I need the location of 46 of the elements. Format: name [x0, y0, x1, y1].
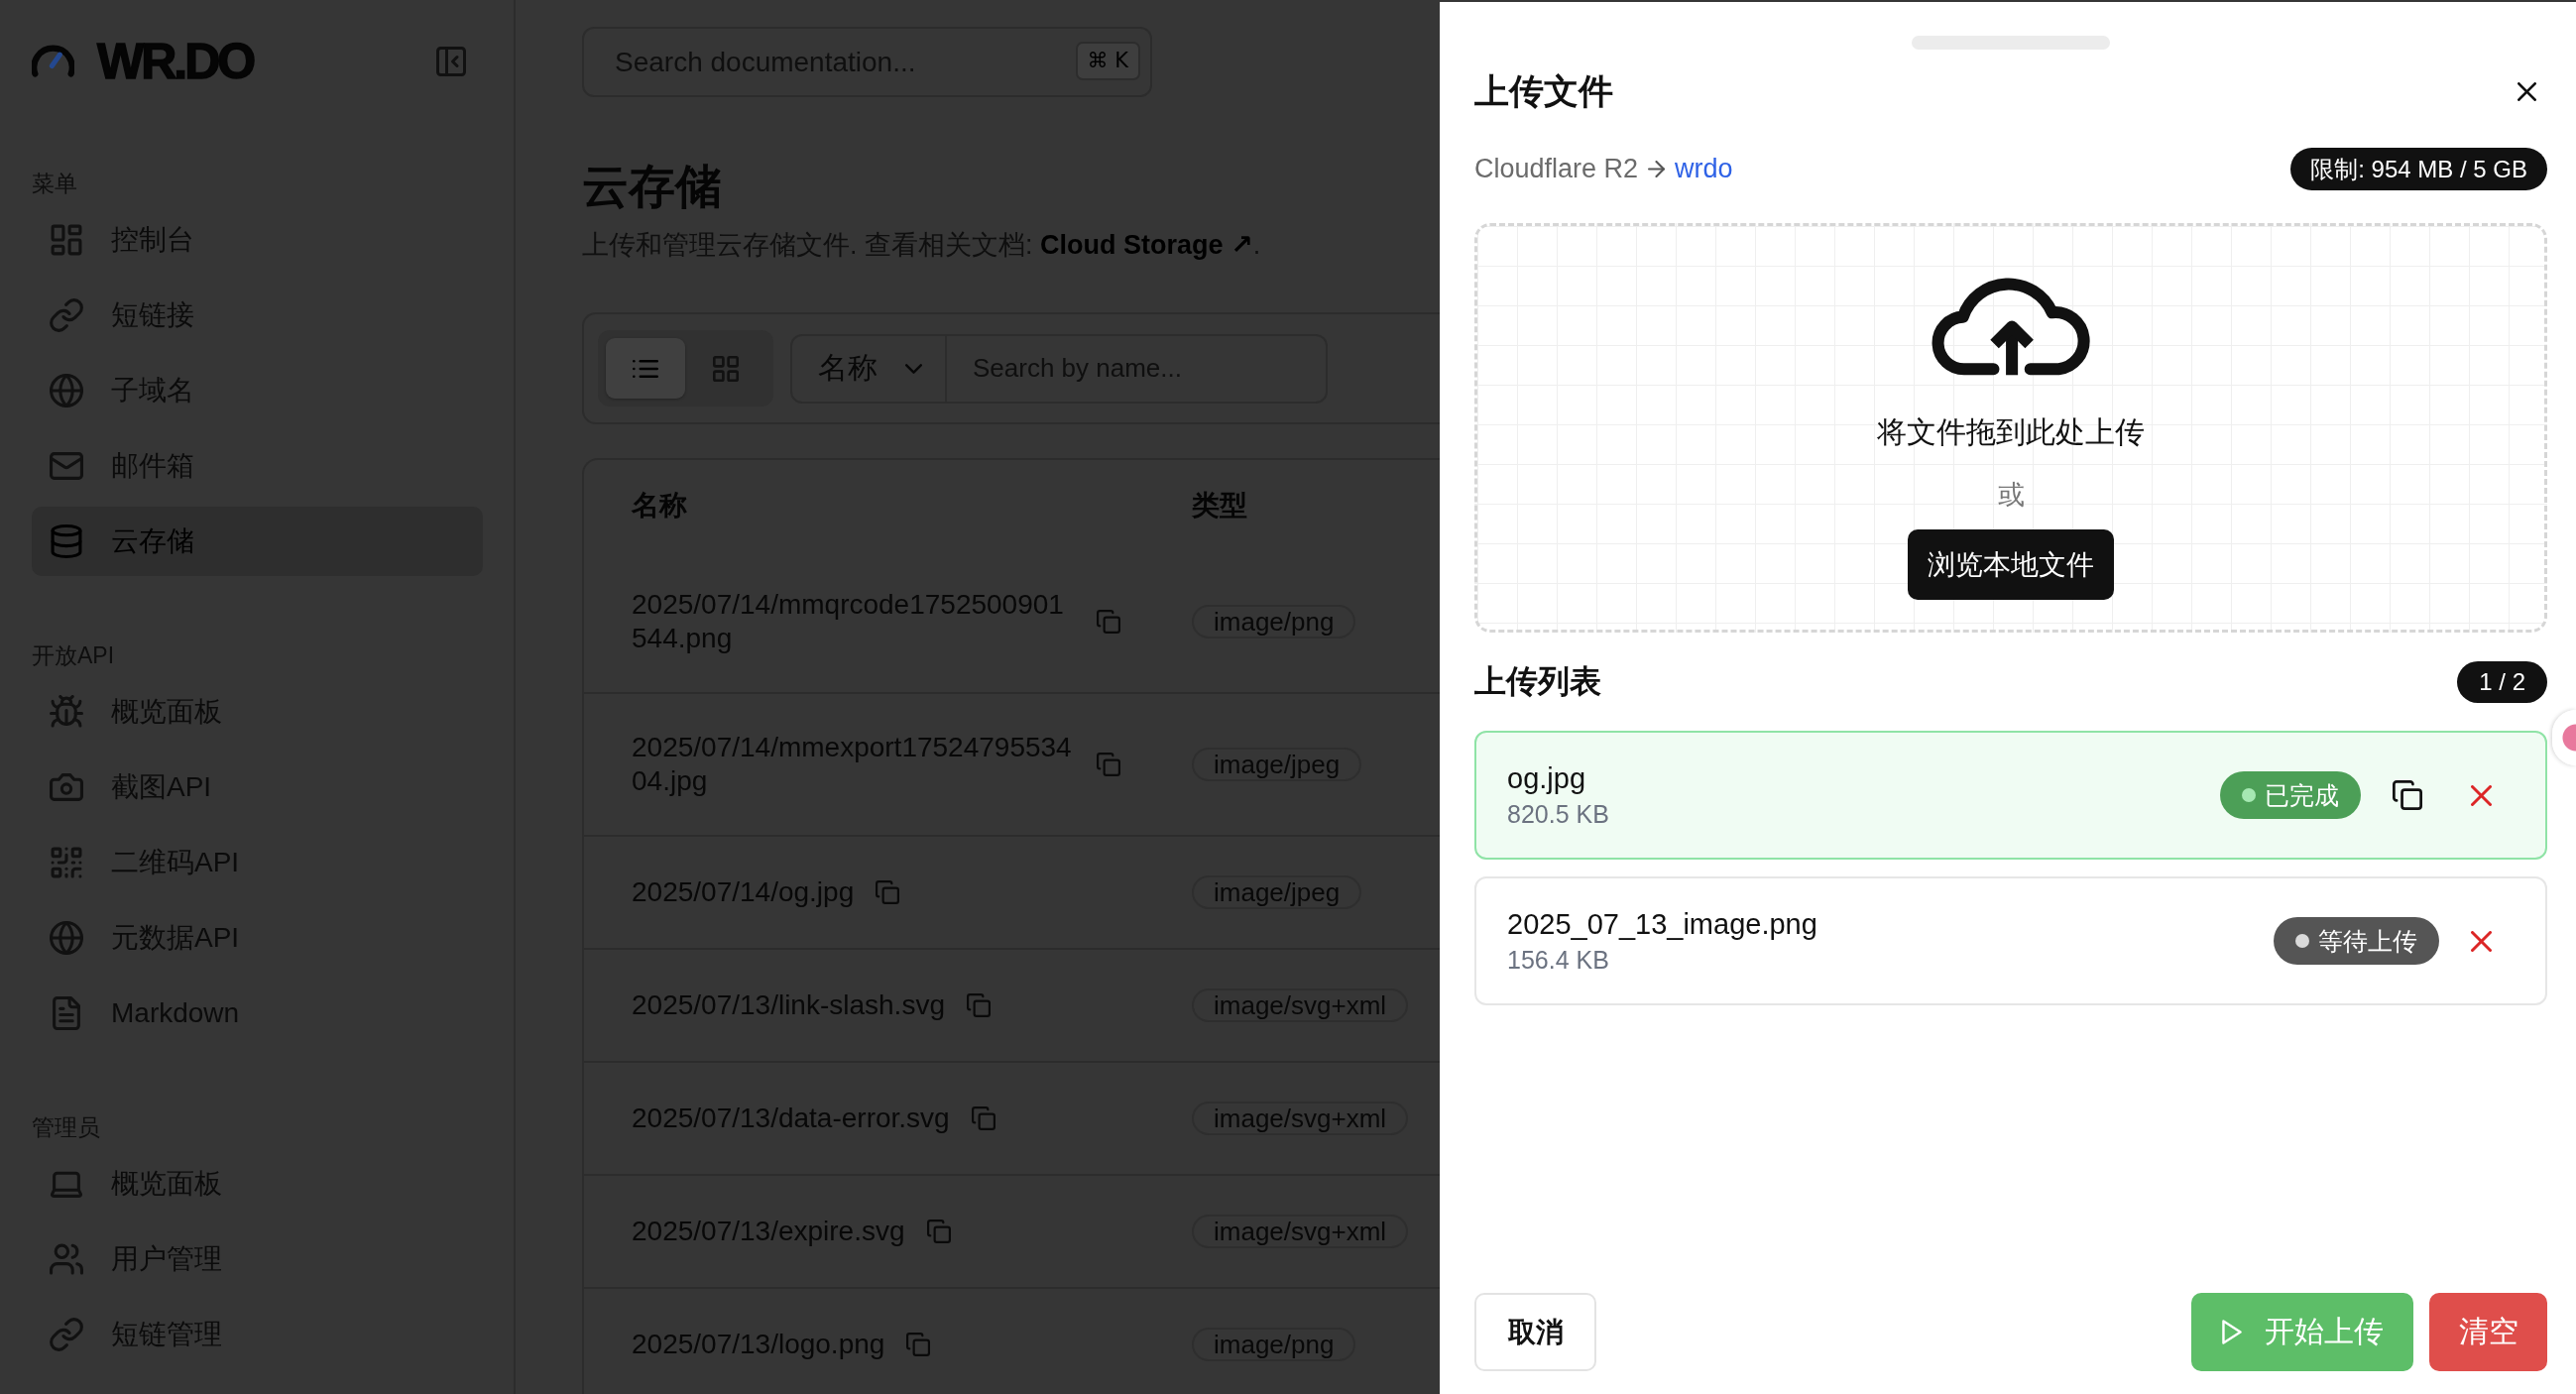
document-icon: [50, 996, 83, 1030]
storage-provider: Cloudflare R2: [1474, 153, 1639, 184]
database-icon: [50, 524, 83, 558]
bug-icon: [50, 695, 83, 729]
cloud-upload-icon: [1932, 278, 2090, 376]
link-icon: [50, 1318, 83, 1351]
drop-prompt: 将文件拖到此处上传: [1877, 414, 2145, 450]
status-dot-icon: [2242, 788, 2256, 802]
separator-text: 或: [1997, 479, 2025, 512]
storage-limit-badge: 限制: 954 MB / 5 GB: [2290, 147, 2547, 190]
file-size: 820.5 KB: [1507, 799, 1610, 830]
copy-icon[interactable]: [2393, 780, 2422, 810]
layout-icon: [50, 223, 83, 257]
start-upload-button[interactable]: 开始上传: [2191, 1293, 2413, 1371]
x-icon[interactable]: [2471, 930, 2492, 952]
chevron-down-icon: [905, 363, 922, 374]
close-icon[interactable]: [2517, 81, 2536, 101]
cancel-button[interactable]: 取消: [1474, 1293, 1596, 1371]
count-badge: 1 / 2: [2457, 661, 2547, 703]
shortcut-key: ⌘ K: [1075, 42, 1140, 80]
globe-icon: [50, 921, 83, 955]
file-size: 156.4 KB: [1507, 945, 1610, 976]
file-name: og.jpg: [1507, 761, 1586, 796]
qr-code-icon: [50, 846, 83, 879]
users-icon: [50, 1242, 83, 1276]
clear-button[interactable]: 清空: [2429, 1293, 2547, 1371]
bucket-link[interactable]: wrdo: [1675, 153, 1733, 184]
x-icon[interactable]: [2471, 784, 2492, 806]
drawer-title: 上传文件: [1474, 70, 1613, 112]
status-label: 已完成: [2265, 779, 2339, 811]
sidebar-toggle-icon[interactable]: [436, 47, 466, 76]
play-icon: [2221, 1319, 2243, 1345]
file-name: 2025_07_13_image.png: [1507, 907, 1818, 942]
browse-files-button[interactable]: 浏览本地文件: [1908, 529, 2114, 600]
camera-icon: [50, 770, 83, 804]
status-label: 等待上传: [2318, 925, 2417, 957]
grid-icon: [713, 355, 739, 382]
link-icon: [50, 298, 83, 332]
gauge-icon: [32, 45, 74, 78]
globe-icon: [50, 374, 83, 407]
list-title: 上传列表: [1474, 662, 1601, 701]
view-toggle-button[interactable]: [606, 338, 685, 399]
dropzone[interactable]: 将文件拖到此处上传 或 浏览本地文件: [1474, 223, 2547, 633]
mail-icon: [50, 449, 83, 483]
status-dot-icon: [2295, 934, 2309, 948]
list-icon: [633, 357, 658, 380]
